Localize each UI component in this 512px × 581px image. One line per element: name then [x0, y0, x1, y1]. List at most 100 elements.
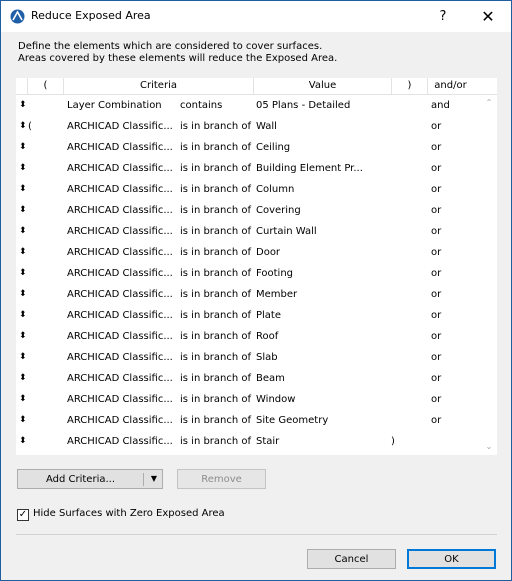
table-row[interactable]: ⬍ Layer Combination contains 05 Plans - Det…	[16, 95, 482, 116]
cell-value[interactable]: Beam	[256, 368, 396, 389]
drag-handle-icon[interactable]: ⬍	[19, 221, 29, 242]
drag-handle-icon[interactable]: ⬍	[19, 326, 29, 347]
drag-handle-icon[interactable]: ⬍	[19, 158, 29, 179]
cell-operator[interactable]: is in branch of	[180, 305, 260, 326]
cell-value[interactable]: Ceiling	[256, 137, 396, 158]
cell-right-paren[interactable]: )	[391, 431, 401, 452]
drag-handle-icon[interactable]: ⬍	[19, 347, 29, 368]
cell-value[interactable]: Building Element Pr...	[256, 158, 396, 179]
help-button[interactable]: ?	[429, 5, 457, 29]
cell-criteria[interactable]: ARCHICAD Classific...	[67, 179, 177, 200]
cell-criteria[interactable]: ARCHICAD Classific...	[67, 221, 177, 242]
drag-handle-icon[interactable]: ⬍	[19, 368, 29, 389]
cell-operator[interactable]: is in branch of	[180, 221, 260, 242]
cell-and-or[interactable]: or	[431, 158, 461, 179]
header-right-paren[interactable]: )	[392, 78, 428, 94]
cell-and-or[interactable]: or	[431, 368, 461, 389]
scroll-down-icon[interactable]: ⌄	[481, 441, 497, 453]
cell-value[interactable]: Column	[256, 179, 396, 200]
drag-handle-icon[interactable]: ⬍	[19, 410, 29, 431]
table-row[interactable]: ⬍ ARCHICAD Classific... is in branch of Sit…	[16, 410, 482, 431]
cell-operator[interactable]: is in branch of	[180, 410, 260, 431]
cell-criteria[interactable]: ARCHICAD Classific...	[67, 389, 177, 410]
cell-criteria[interactable]: Layer Combination	[67, 95, 177, 116]
table-row[interactable]: ⬍ ARCHICAD Classific... is in branch of Sta…	[16, 431, 482, 452]
cell-and-or[interactable]: or	[431, 179, 461, 200]
cell-criteria[interactable]: ARCHICAD Classific...	[67, 116, 177, 137]
drag-handle-icon[interactable]: ⬍	[19, 263, 29, 284]
table-row[interactable]: ⬍ ARCHICAD Classific... is in branch of Foo…	[16, 263, 482, 284]
drag-handle-icon[interactable]: ⬍	[19, 389, 29, 410]
vertical-scrollbar[interactable]: ⌃ ⌄	[481, 95, 497, 455]
cell-operator[interactable]: contains	[180, 95, 260, 116]
header-criteria[interactable]: Criteria	[64, 78, 254, 94]
cell-and-or[interactable]: or	[431, 305, 461, 326]
cell-criteria[interactable]: ARCHICAD Classific...	[67, 410, 177, 431]
table-row[interactable]: ⬍ ARCHICAD Classific... is in branch of Cov…	[16, 200, 482, 221]
remove-button[interactable]: Remove	[177, 469, 266, 489]
cell-operator[interactable]: is in branch of	[180, 326, 260, 347]
cell-value[interactable]: Window	[256, 389, 396, 410]
drag-handle-icon[interactable]: ⬍	[19, 200, 29, 221]
table-row[interactable]: ⬍(ARCHICAD Classific... is in branch of Wa…	[16, 116, 482, 137]
cell-operator[interactable]: is in branch of	[180, 179, 260, 200]
drag-handle-icon[interactable]: ⬍	[19, 179, 29, 200]
hide-zero-checkbox[interactable]: ✓	[17, 509, 29, 521]
cell-value[interactable]: Door	[256, 242, 396, 263]
drag-handle-icon[interactable]: ⬍	[19, 305, 29, 326]
cell-criteria[interactable]: ARCHICAD Classific...	[67, 200, 177, 221]
cell-criteria[interactable]: ARCHICAD Classific...	[67, 326, 177, 347]
add-criteria-button[interactable]: Add Criteria... ▼	[17, 469, 163, 489]
cell-value[interactable]: Wall	[256, 116, 396, 137]
cell-operator[interactable]: is in branch of	[180, 242, 260, 263]
scroll-up-icon[interactable]: ⌃	[481, 97, 497, 109]
table-row[interactable]: ⬍ ARCHICAD Classific... is in branch of Pla…	[16, 305, 482, 326]
cell-value[interactable]: Curtain Wall	[256, 221, 396, 242]
cell-value[interactable]: Stair	[256, 431, 396, 452]
cell-criteria[interactable]: ARCHICAD Classific...	[67, 368, 177, 389]
drag-handle-icon[interactable]: ⬍	[19, 242, 29, 263]
table-row[interactable]: ⬍ ARCHICAD Classific... is in branch of Bea…	[16, 368, 482, 389]
drag-handle-icon[interactable]: ⬍	[19, 95, 29, 116]
cell-operator[interactable]: is in branch of	[180, 200, 260, 221]
cell-value[interactable]: Footing	[256, 263, 396, 284]
cell-and-or[interactable]: or	[431, 389, 461, 410]
cell-and-or[interactable]: or	[431, 284, 461, 305]
cell-criteria[interactable]: ARCHICAD Classific...	[67, 347, 177, 368]
cell-criteria[interactable]: ARCHICAD Classific...	[67, 431, 177, 452]
cell-criteria[interactable]: ARCHICAD Classific...	[67, 305, 177, 326]
cell-operator[interactable]: is in branch of	[180, 347, 260, 368]
cell-criteria[interactable]: ARCHICAD Classific...	[67, 284, 177, 305]
table-row[interactable]: ⬍ ARCHICAD Classific... is in branch of Bui…	[16, 158, 482, 179]
header-left-paren[interactable]: (	[28, 78, 64, 94]
cell-and-or[interactable]: or	[431, 347, 461, 368]
cell-and-or[interactable]: or	[431, 200, 461, 221]
chevron-down-icon[interactable]: ▼	[144, 470, 164, 488]
ok-button[interactable]: OK	[407, 549, 496, 569]
drag-handle-icon[interactable]: ⬍	[19, 284, 29, 305]
table-row[interactable]: ⬍ ARCHICAD Classific... is in branch of Doo…	[16, 242, 482, 263]
cell-operator[interactable]: is in branch of	[180, 368, 260, 389]
header-and-or[interactable]: and/or	[428, 78, 473, 94]
cell-and-or[interactable]: or	[431, 116, 461, 137]
cell-criteria[interactable]: ARCHICAD Classific...	[67, 263, 177, 284]
cell-and-or[interactable]: or	[431, 410, 461, 431]
table-row[interactable]: ⬍ ARCHICAD Classific... is in branch of Sla…	[16, 347, 482, 368]
cell-value[interactable]: Covering	[256, 200, 396, 221]
close-button[interactable]: ✕	[473, 5, 503, 29]
cell-left-paren[interactable]: (	[28, 116, 38, 137]
cell-and-or[interactable]: and	[431, 95, 461, 116]
table-row[interactable]: ⬍ ARCHICAD Classific... is in branch of Cur…	[16, 221, 482, 242]
cell-value[interactable]: Roof	[256, 326, 396, 347]
header-value[interactable]: Value	[254, 78, 392, 94]
drag-handle-icon[interactable]: ⬍	[19, 431, 29, 452]
cell-operator[interactable]: is in branch of	[180, 389, 260, 410]
cell-value[interactable]: Slab	[256, 347, 396, 368]
cell-value[interactable]: Member	[256, 284, 396, 305]
cell-criteria[interactable]: ARCHICAD Classific...	[67, 137, 177, 158]
table-row[interactable]: ⬍ ARCHICAD Classific... is in branch of Win…	[16, 389, 482, 410]
cell-operator[interactable]: is in branch of	[180, 116, 260, 137]
cell-operator[interactable]: is in branch of	[180, 263, 260, 284]
cancel-button[interactable]: Cancel	[307, 549, 396, 569]
table-row[interactable]: ⬍ ARCHICAD Classific... is in branch of Mem…	[16, 284, 482, 305]
